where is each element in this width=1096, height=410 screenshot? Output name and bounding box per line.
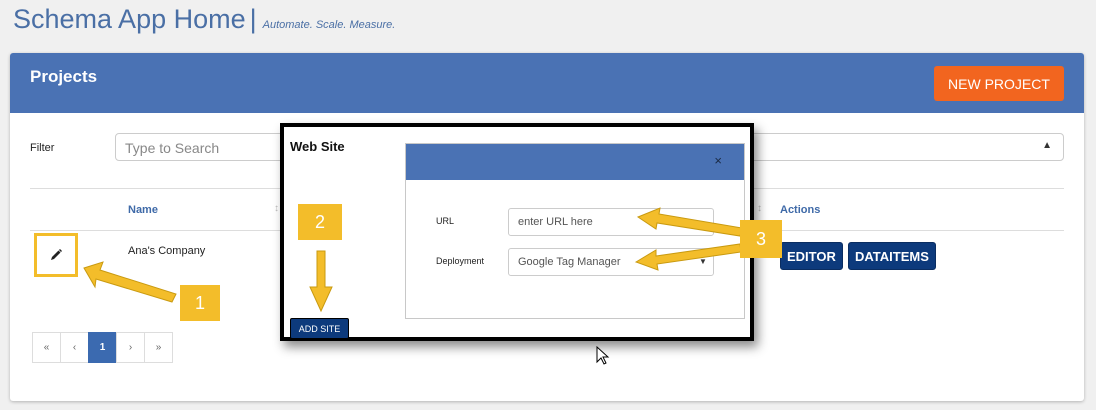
callout-1: 1 (180, 285, 220, 321)
arrow-to-add-site (309, 250, 333, 313)
arrow-to-edit (83, 261, 177, 303)
arrow-to-deployment (634, 243, 742, 271)
annotation-arrows (83, 207, 743, 313)
mouse-cursor-icon (596, 346, 610, 365)
callout-3: 3 (740, 220, 782, 258)
callout-2: 2 (298, 204, 342, 240)
arrow-to-url (636, 207, 743, 237)
